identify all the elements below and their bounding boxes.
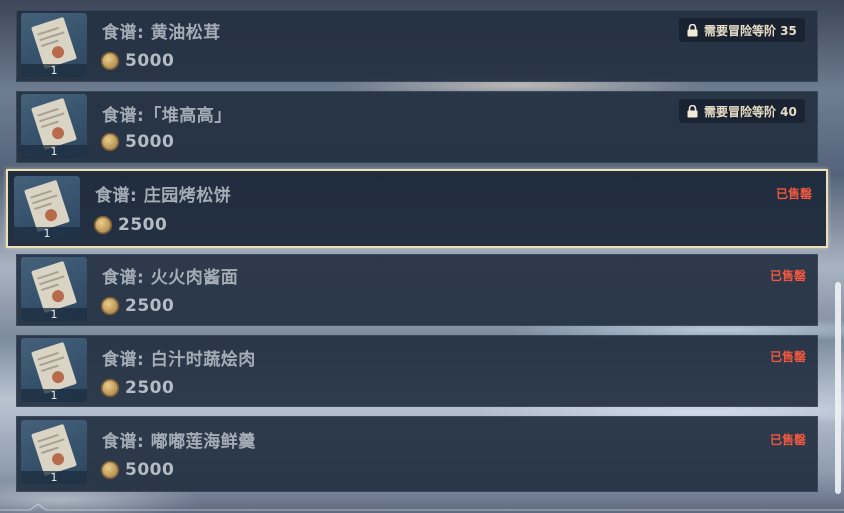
recipe-scroll-icon: 1: [21, 420, 87, 484]
shop-item-card[interactable]: 1 食谱: 黄油松茸 5000 需要冒险等阶 35: [16, 10, 818, 82]
price-value: 2500: [118, 215, 168, 235]
sold-out-label: 已售罄: [770, 433, 807, 447]
item-price: 2500: [101, 377, 174, 399]
item-price: 2500: [94, 214, 167, 236]
price-value: 5000: [125, 51, 175, 71]
recipe-scroll-icon: 1: [21, 338, 87, 402]
item-name: 食谱: 庄园烤松饼: [95, 186, 232, 206]
item-quantity: 1: [21, 64, 87, 77]
item-name: 食谱: 火火肉酱面: [102, 268, 239, 288]
item-price: 5000: [101, 131, 174, 153]
item-name: 食谱:「堆高高」: [102, 106, 232, 126]
item-quantity: 1: [21, 471, 87, 484]
mora-coin-icon: [101, 461, 119, 479]
item-quantity: 1: [21, 145, 87, 158]
lock-icon: [687, 23, 698, 36]
mora-coin-icon: [101, 133, 119, 151]
price-value: 5000: [125, 132, 175, 152]
price-value: 2500: [125, 296, 175, 316]
rank-requirement-badge: 需要冒险等阶 40: [679, 99, 805, 123]
shop-item-list[interactable]: 1 食谱: 黄油松茸 5000 需要冒险等阶 35 1 食谱:「堆高高」 500…: [0, 0, 844, 513]
mora-coin-icon: [101, 297, 119, 315]
item-quantity: 1: [21, 308, 87, 321]
lock-requirement-text: 需要冒险等阶 40: [704, 104, 797, 119]
recipe-scroll-icon: 1: [14, 176, 80, 240]
recipe-scroll-icon: 1: [21, 13, 87, 77]
item-price: 5000: [101, 50, 174, 72]
price-value: 2500: [125, 378, 175, 398]
sold-out-label: 已售罄: [770, 269, 807, 283]
shop-item-card[interactable]: 1 食谱:「堆高高」 5000 需要冒险等阶 40: [16, 91, 818, 163]
recipe-scroll-icon: 1: [21, 94, 87, 158]
item-quantity: 1: [14, 227, 80, 240]
item-name: 食谱: 黄油松茸: [102, 23, 221, 43]
item-price: 2500: [101, 295, 174, 317]
item-quantity: 1: [21, 389, 87, 402]
shop-item-card[interactable]: 1 食谱: 白汁时蔬烩肉 2500 已售罄: [16, 335, 818, 407]
price-value: 5000: [125, 460, 175, 480]
mora-coin-icon: [101, 379, 119, 397]
mora-coin-icon: [94, 216, 112, 234]
sold-out-label: 已售罄: [776, 187, 813, 201]
mora-coin-icon: [101, 52, 119, 70]
lock-icon: [687, 104, 698, 117]
shop-item-card-selected[interactable]: 1 食谱: 庄园烤松饼 2500 已售罄: [6, 169, 828, 248]
list-scrollbar[interactable]: [835, 282, 841, 494]
lock-requirement-text: 需要冒险等阶 35: [704, 23, 797, 38]
bottom-ornament: [0, 503, 844, 511]
recipe-scroll-icon: 1: [21, 257, 87, 321]
item-price: 5000: [101, 459, 174, 481]
item-name: 食谱: 嘟嘟莲海鲜羹: [102, 432, 256, 452]
sold-out-label: 已售罄: [770, 350, 807, 364]
shop-item-card[interactable]: 1 食谱: 火火肉酱面 2500 已售罄: [16, 254, 818, 326]
shop-item-card[interactable]: 1 食谱: 嘟嘟莲海鲜羹 5000 已售罄: [16, 416, 818, 492]
rank-requirement-badge: 需要冒险等阶 35: [679, 18, 805, 42]
item-name: 食谱: 白汁时蔬烩肉: [102, 350, 256, 370]
